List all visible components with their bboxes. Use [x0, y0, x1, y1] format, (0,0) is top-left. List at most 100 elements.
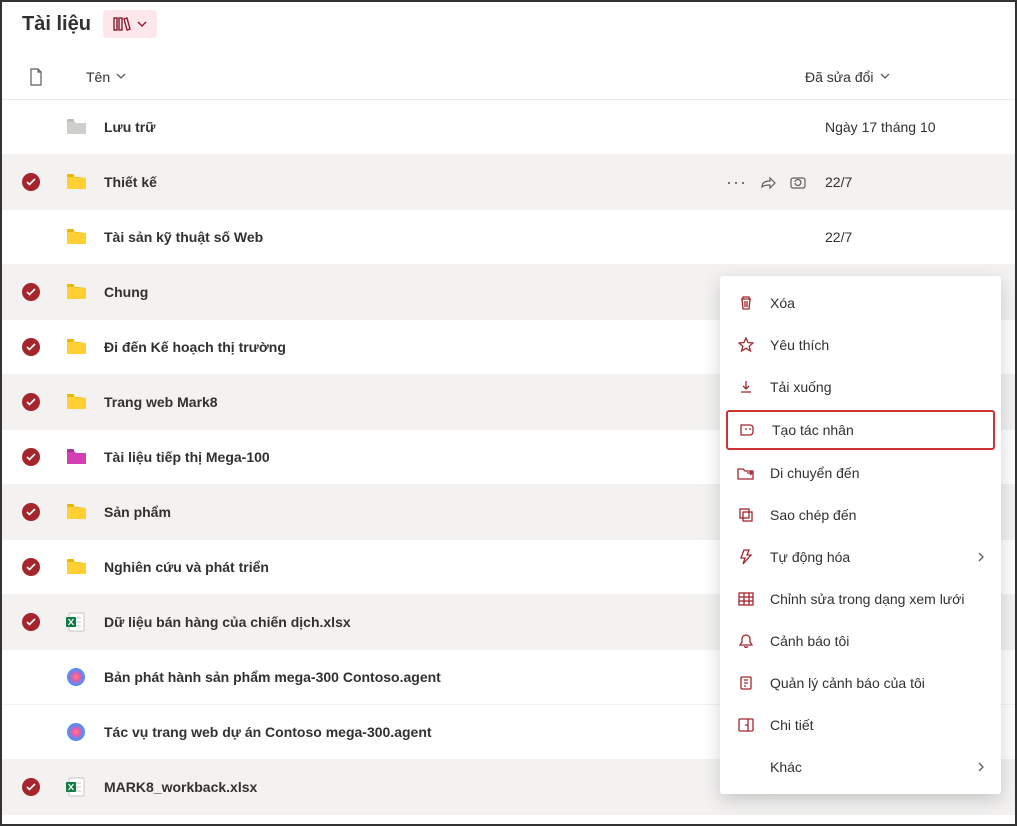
- chevron-right-icon: [977, 551, 985, 563]
- row-checkbox[interactable]: [22, 393, 66, 411]
- context-menu-item[interactable]: Quản lý cảnh báo của tôi: [720, 662, 1001, 704]
- row-name[interactable]: Đi đến Kế hoạch thị trường: [104, 339, 695, 355]
- context-menu-label: Tạo tác nhân: [772, 422, 854, 438]
- row-name[interactable]: Nghiên cứu và phát triển: [104, 559, 695, 575]
- row-checkbox[interactable]: [22, 448, 66, 466]
- star-icon: [736, 337, 756, 353]
- context-menu-label: Chi tiết: [770, 717, 814, 733]
- context-menu-label: Sao chép đến: [770, 507, 856, 523]
- row-thumbnail: [66, 557, 104, 577]
- row-thumbnail: [66, 172, 104, 192]
- row-name[interactable]: Chung: [104, 284, 695, 300]
- row-thumbnail: [66, 667, 104, 687]
- file-row[interactable]: Tài sản kỹ thuật số Web 22/7: [2, 210, 1015, 265]
- checkmark-icon: [22, 778, 40, 796]
- alert-manage-icon: [736, 675, 756, 691]
- context-menu-label: Tải xuống: [770, 379, 831, 395]
- context-menu-label: Yêu thích: [770, 337, 829, 353]
- row-actions: ···: [695, 173, 825, 191]
- row-name[interactable]: Tác vụ trang web dự án Contoso mega-300.…: [104, 724, 695, 740]
- checkmark-icon: [22, 173, 40, 191]
- context-menu-label: Xóa: [770, 295, 795, 311]
- row-thumbnail: [66, 612, 104, 632]
- checkmark-icon: [22, 503, 40, 521]
- context-menu-item[interactable]: Cảnh báo tôi: [720, 620, 1001, 662]
- copy-icon: [736, 507, 756, 523]
- row-thumbnail: [66, 117, 104, 137]
- context-menu-item[interactable]: Khác: [720, 746, 1001, 788]
- column-icon-header: [22, 68, 86, 86]
- move-icon: [736, 466, 756, 480]
- row-name[interactable]: Trang web Mark8: [104, 394, 695, 410]
- file-row[interactable]: Thiết kế ··· 22/7: [2, 155, 1015, 210]
- context-menu-item[interactable]: Yêu thích: [720, 324, 1001, 366]
- row-name[interactable]: Bản phát hành sản phẩm mega-300 Contoso.…: [104, 669, 695, 685]
- row-name[interactable]: Tài sản kỹ thuật số Web: [104, 229, 695, 245]
- context-menu-label: Khác: [770, 759, 802, 775]
- row-thumbnail: [66, 227, 104, 247]
- context-menu-label: Tự động hóa: [770, 549, 850, 565]
- context-menu-label: Di chuyển đến: [770, 465, 860, 481]
- row-name[interactable]: Tài liệu tiếp thị Mega-100: [104, 449, 695, 465]
- checkmark-icon: [22, 283, 40, 301]
- context-menu-item[interactable]: Tự động hóa: [720, 536, 1001, 578]
- checkmark-icon: [22, 393, 40, 411]
- chevron-down-icon: [137, 20, 147, 28]
- row-name[interactable]: MARK8_workback.xlsx: [104, 779, 695, 795]
- row-checkbox[interactable]: [22, 338, 66, 356]
- sync-icon[interactable]: [789, 174, 807, 190]
- row-modified: 22/7: [825, 174, 995, 190]
- file-row[interactable]: Lưu trữNgày 17 tháng 10: [2, 100, 1015, 155]
- row-thumbnail: [66, 392, 104, 412]
- document-icon: [28, 68, 44, 86]
- context-menu-item[interactable]: Chi tiết: [720, 704, 1001, 746]
- context-menu-item[interactable]: Xóa: [720, 282, 1001, 324]
- view-selector[interactable]: [103, 10, 157, 38]
- row-checkbox[interactable]: [22, 173, 66, 191]
- row-checkbox[interactable]: [22, 558, 66, 576]
- row-name[interactable]: Lưu trữ: [104, 119, 695, 135]
- context-menu: Xóa Yêu thích Tải xuống Tạo tác nhân Di chuy…: [720, 276, 1001, 794]
- row-name[interactable]: Sản phẩm: [104, 504, 695, 520]
- context-menu-item[interactable]: Tạo tác nhân: [726, 410, 995, 450]
- row-checkbox[interactable]: [22, 503, 66, 521]
- checkmark-icon: [22, 558, 40, 576]
- row-name[interactable]: Thiết kế: [104, 174, 695, 190]
- row-checkbox[interactable]: [22, 283, 66, 301]
- row-name[interactable]: Dữ liệu bán hàng của chiến dịch.xlsx: [104, 614, 695, 630]
- row-thumbnail: [66, 282, 104, 302]
- trash-icon: [736, 295, 756, 311]
- chevron-down-icon: [116, 73, 126, 80]
- download-icon: [736, 379, 756, 395]
- context-menu-label: Cảnh báo tôi: [770, 633, 849, 649]
- row-checkbox[interactable]: [22, 778, 66, 796]
- context-menu-item[interactable]: Tải xuống: [720, 366, 1001, 408]
- automate-icon: [736, 549, 756, 565]
- header-bar: Tài liệu: [2, 2, 1015, 54]
- checkmark-icon: [22, 338, 40, 356]
- grid-icon: [736, 592, 756, 606]
- chevron-right-icon: [977, 761, 985, 773]
- share-icon[interactable]: [759, 174, 777, 190]
- context-menu-label: Chỉnh sửa trong dạng xem lưới: [770, 591, 964, 607]
- context-menu-item[interactable]: Sao chép đến: [720, 494, 1001, 536]
- agent-create-icon: [738, 422, 758, 438]
- row-thumbnail: [66, 722, 104, 742]
- context-menu-item[interactable]: Chỉnh sửa trong dạng xem lưới: [720, 578, 1001, 620]
- column-name-label: Tên: [86, 69, 110, 85]
- page-title: Tài liệu: [22, 13, 91, 36]
- row-modified: 22/7: [825, 229, 995, 245]
- chevron-down-icon: [880, 73, 890, 80]
- column-name-header[interactable]: Tên: [86, 69, 805, 85]
- context-menu-item[interactable]: Di chuyển đến: [720, 452, 1001, 494]
- column-modified-header[interactable]: Đã sửa đổi: [805, 69, 995, 85]
- checkmark-icon: [22, 613, 40, 631]
- row-checkbox[interactable]: [22, 613, 66, 631]
- library-icon: [113, 16, 131, 32]
- row-thumbnail: [66, 337, 104, 357]
- checkmark-icon: [22, 448, 40, 466]
- row-thumbnail: [66, 502, 104, 522]
- row-thumbnail: [66, 447, 104, 467]
- column-headers: Tên Đã sửa đổi: [2, 54, 1015, 100]
- more-icon[interactable]: ···: [726, 173, 747, 191]
